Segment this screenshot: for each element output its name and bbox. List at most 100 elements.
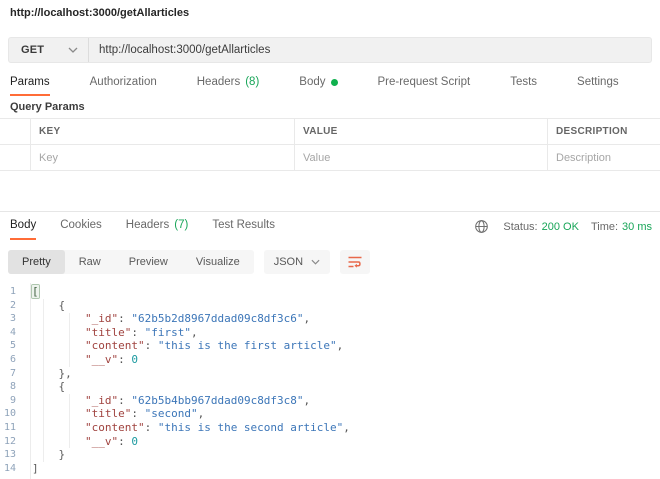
request-tabs: Params Authorization Headers (8) Body Pre-req…	[10, 71, 639, 96]
view-button-raw[interactable]: Raw	[65, 250, 115, 274]
query-params-table: KEYVALUEDESCRIPTION KeyValueDescription	[0, 118, 660, 171]
tab-label: Test Results	[212, 219, 275, 231]
code-text: },	[24, 367, 72, 381]
green-dot-icon	[331, 79, 338, 86]
tab-headers[interactable]: Headers (7)	[126, 213, 189, 240]
code-text: "_id": "62b5b2d8967ddad09c8df3c6",	[24, 312, 310, 326]
tab-label: Headers	[197, 76, 240, 88]
url-bar: GET http://localhost:3000/getAllarticles	[8, 37, 652, 63]
response-divider	[0, 211, 660, 212]
tab-label: Body	[10, 219, 36, 231]
language-dropdown[interactable]: JSON	[264, 250, 330, 274]
query-params-title: Query Params	[10, 101, 85, 113]
line-number: 4	[0, 326, 24, 340]
code-line: 4 "title": "first",	[0, 326, 660, 340]
checkbox-cell	[0, 119, 31, 145]
param-input-description[interactable]: Description	[548, 145, 660, 171]
line-number: 11	[0, 421, 24, 435]
column-header-key: KEY	[31, 119, 295, 145]
tab-body[interactable]: Body	[299, 71, 337, 96]
response-body-viewer[interactable]: 1[2 {3 "_id": "62b5b2d8967ddad09c8df3c6"…	[0, 283, 660, 479]
code-line: 13 }	[0, 448, 660, 462]
tab-label: Authorization	[90, 76, 157, 88]
tab-params[interactable]: Params	[10, 71, 50, 96]
globe-icon[interactable]	[474, 219, 489, 234]
method-selector[interactable]: GET	[9, 38, 89, 62]
line-number: 2	[0, 299, 24, 313]
code-line: 5 "content": "this is the first article"…	[0, 339, 660, 353]
response-header: Body Cookies Headers (7) Test Results Status…	[10, 213, 652, 240]
code-line: 12 "__v": 0	[0, 435, 660, 449]
status-label: Status:	[503, 221, 537, 233]
url-input[interactable]: http://localhost:3000/getAllarticles	[89, 44, 651, 56]
code-text: [	[24, 285, 39, 299]
code-line: 8 {	[0, 380, 660, 394]
line-number: 14	[0, 462, 24, 476]
code-line: 14]	[0, 462, 660, 476]
line-number: 6	[0, 353, 24, 367]
line-number: 7	[0, 367, 24, 381]
code-line: 10 "title": "second",	[0, 407, 660, 421]
line-number: 8	[0, 380, 24, 394]
code-text: "__v": 0	[24, 353, 138, 367]
chevron-down-icon	[311, 259, 320, 265]
tab-badge: (7)	[174, 219, 188, 231]
column-header-value: VALUE	[295, 119, 548, 145]
tab-label: Params	[10, 76, 50, 88]
code-line: 7 },	[0, 367, 660, 381]
view-button-visualize[interactable]: Visualize	[182, 250, 254, 274]
line-number: 3	[0, 312, 24, 326]
line-number: 10	[0, 407, 24, 421]
tab-badge: (8)	[245, 76, 259, 88]
tab-label: Pre-request Script	[378, 76, 471, 88]
code-line: 9 "_id": "62b5b4bb967ddad09c8df3c8",	[0, 394, 660, 408]
request-title: http://localhost:3000/getAllarticles	[10, 7, 189, 19]
tab-test-results[interactable]: Test Results	[212, 213, 275, 240]
response-tabs: Body Cookies Headers (7) Test Results	[10, 213, 287, 240]
column-header-description: DESCRIPTION	[548, 119, 660, 145]
line-number: 12	[0, 435, 24, 449]
time-value: 30 ms	[622, 221, 652, 233]
response-toolbar: PrettyRawPreviewVisualize JSON	[8, 250, 370, 274]
tab-cookies[interactable]: Cookies	[60, 213, 102, 240]
code-line: 1[	[0, 285, 660, 299]
tab-tests[interactable]: Tests	[510, 71, 537, 96]
code-text: "content": "this is the second article",	[24, 421, 350, 435]
view-button-pretty[interactable]: Pretty	[8, 250, 65, 274]
tab-authorization[interactable]: Authorization	[90, 71, 157, 96]
tab-label: Headers	[126, 219, 169, 231]
code-line: 6 "__v": 0	[0, 353, 660, 367]
tab-label: Settings	[577, 76, 619, 88]
code-text: "_id": "62b5b4bb967ddad09c8df3c8",	[24, 394, 310, 408]
chevron-down-icon	[68, 47, 78, 53]
code-line: 3 "_id": "62b5b2d8967ddad09c8df3c6",	[0, 312, 660, 326]
view-button-preview[interactable]: Preview	[115, 250, 182, 274]
indent-guide	[69, 313, 70, 367]
language-label: JSON	[274, 256, 303, 268]
wrap-text-icon	[347, 255, 363, 269]
postman-request-view: http://localhost:3000/getAllarticles GET…	[0, 0, 660, 479]
code-text: ]	[24, 462, 39, 476]
tab-headers[interactable]: Headers (8)	[197, 71, 260, 96]
code-line: 2 {	[0, 299, 660, 313]
tab-label: Tests	[510, 76, 537, 88]
gutter-separator	[30, 283, 31, 479]
tab-settings[interactable]: Settings	[577, 71, 619, 96]
tab-body[interactable]: Body	[10, 213, 36, 240]
wrap-text-button[interactable]	[340, 250, 370, 274]
tab-pre-request-script[interactable]: Pre-request Script	[378, 71, 471, 96]
code-lines: 1[2 {3 "_id": "62b5b2d8967ddad09c8df3c6"…	[0, 285, 660, 475]
view-switcher: PrettyRawPreviewVisualize	[8, 250, 254, 274]
method-label: GET	[21, 44, 44, 56]
param-input-value[interactable]: Value	[295, 145, 548, 171]
param-input-key[interactable]: Key	[31, 145, 295, 171]
code-text: "title": "second",	[24, 407, 204, 421]
indent-guide	[43, 299, 44, 462]
line-number: 9	[0, 394, 24, 408]
status-value: 200 OK	[542, 221, 579, 233]
response-meta: Status: 200 OK Time: 30 ms	[474, 219, 652, 234]
code-line: 11 "content": "this is the second articl…	[0, 421, 660, 435]
line-number: 1	[0, 285, 24, 299]
code-text: "title": "first",	[24, 326, 198, 340]
indent-guide	[69, 394, 70, 448]
